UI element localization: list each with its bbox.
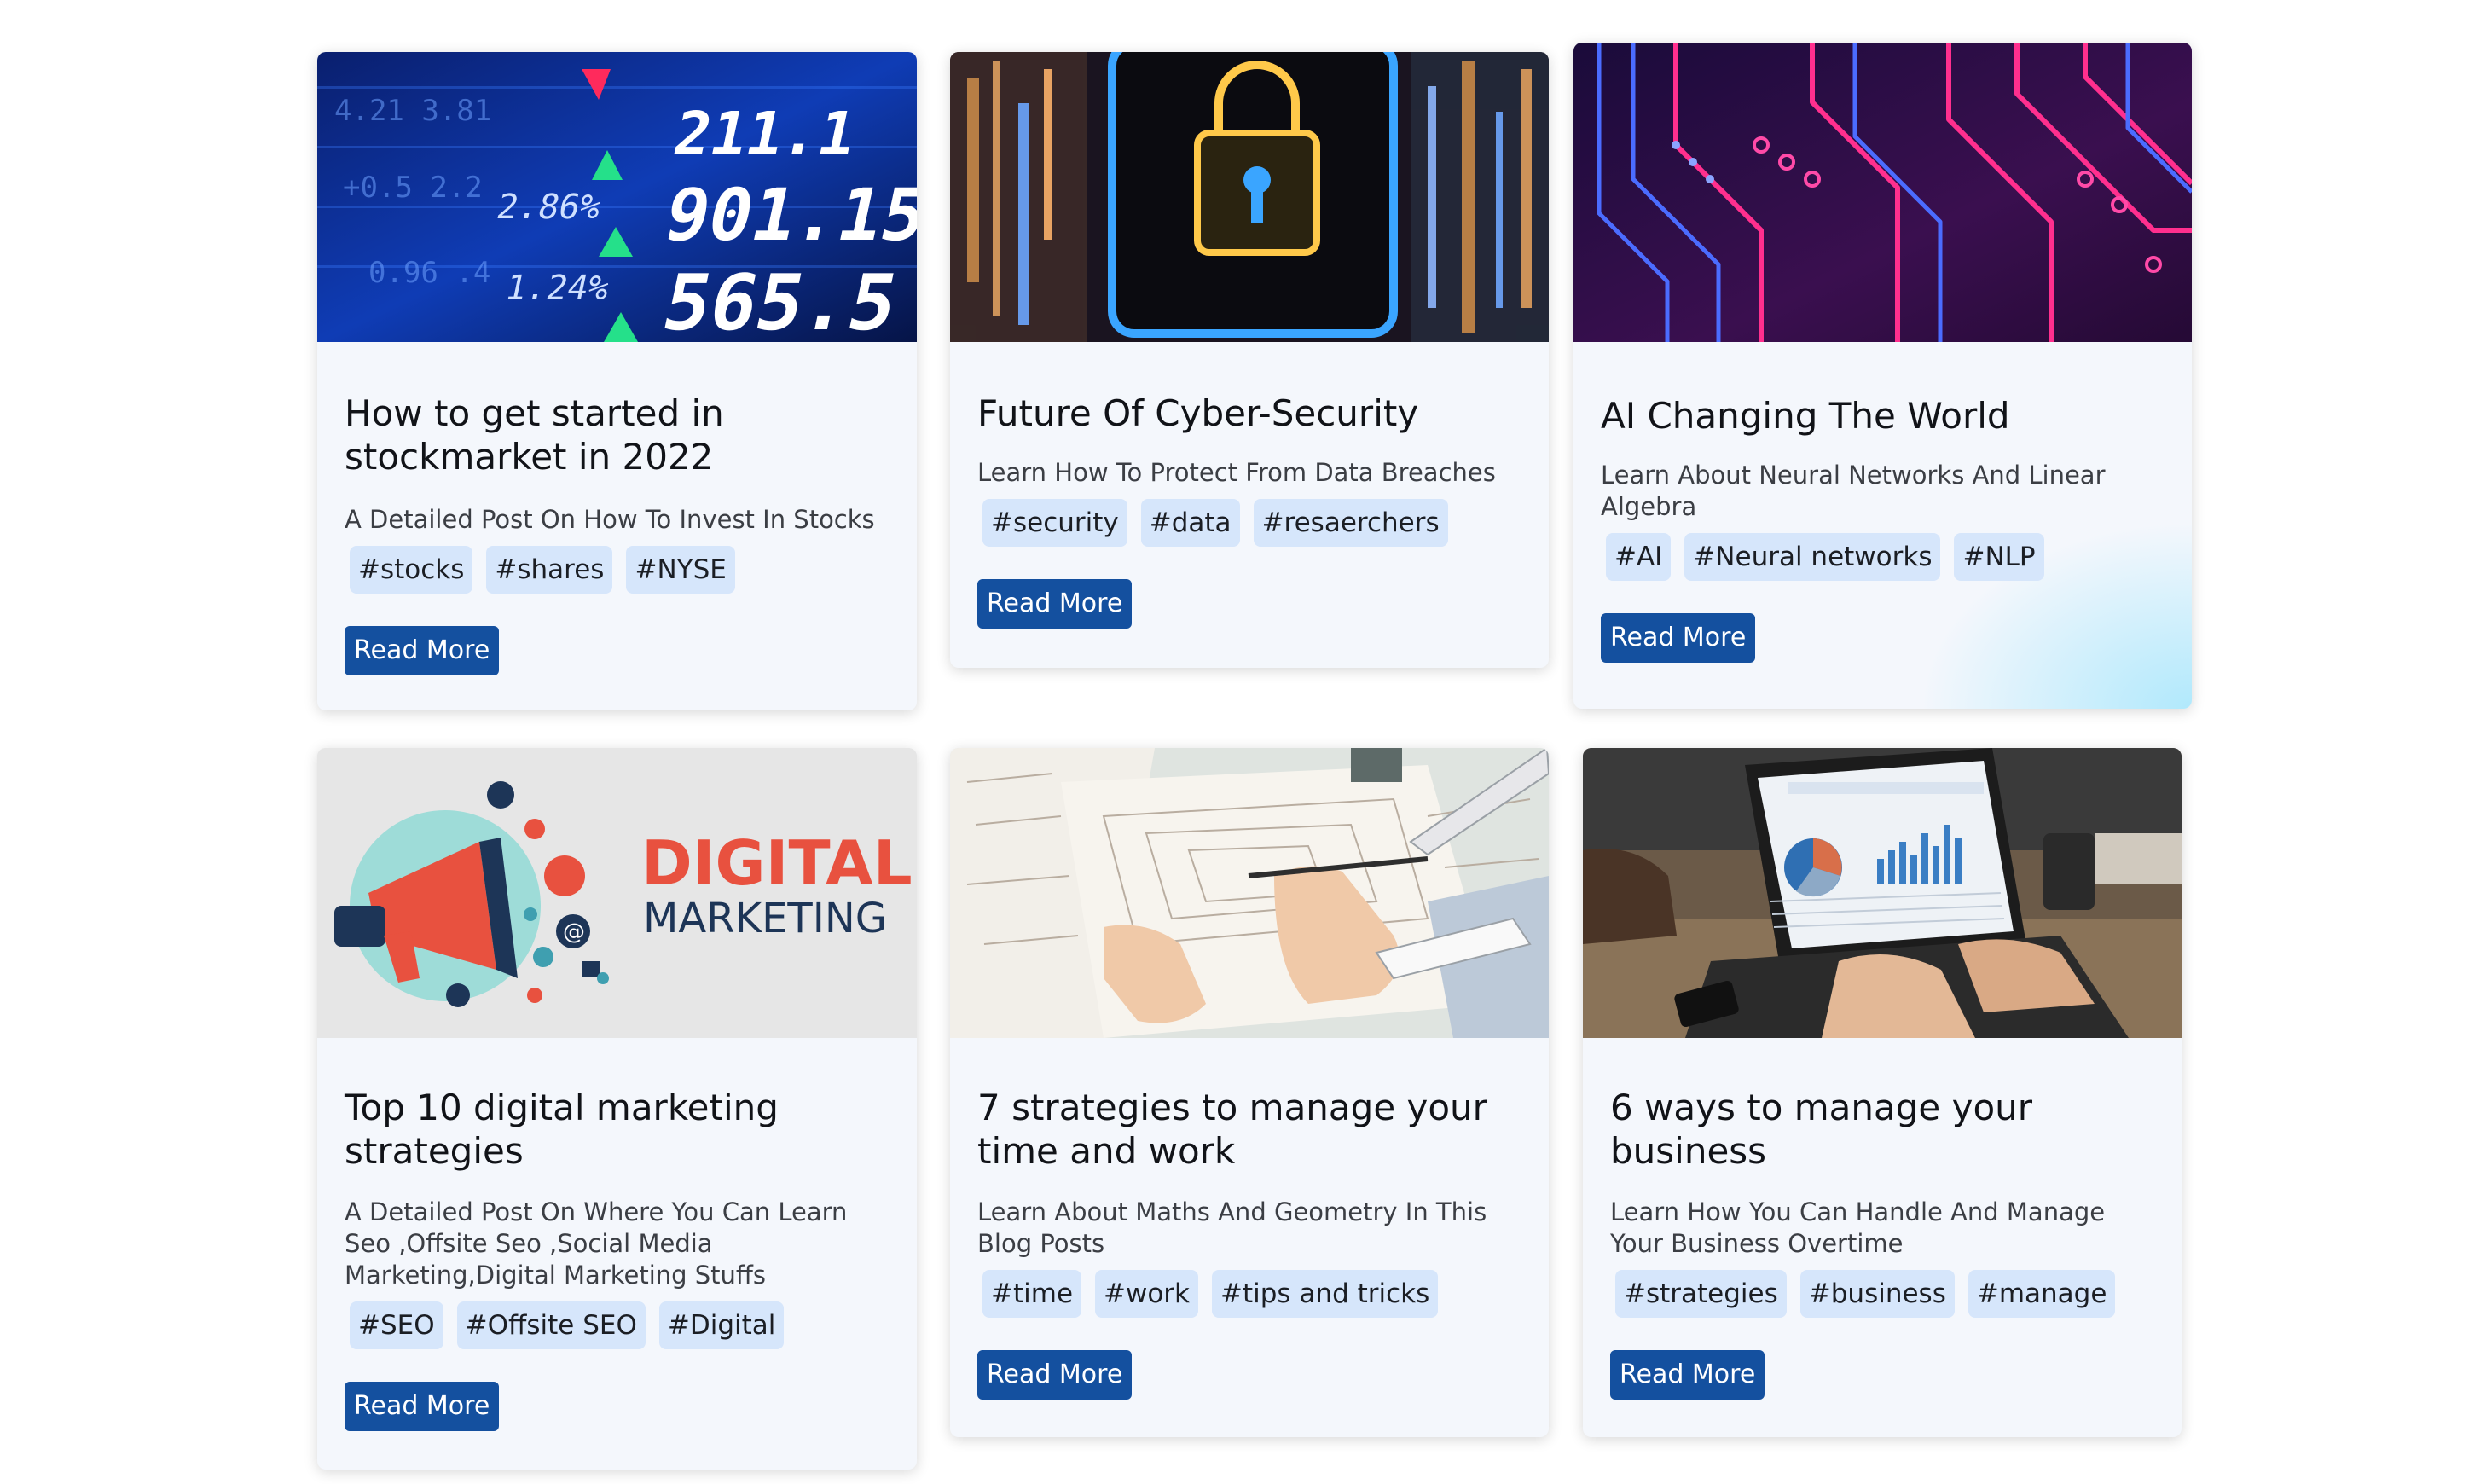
tag[interactable]: #tips and tricks <box>1212 1270 1439 1318</box>
read-more-button[interactable]: Read More <box>345 1382 500 1431</box>
tag[interactable]: #shares <box>486 546 613 594</box>
blog-card-ai: AI Changing The World Learn About Neural… <box>1573 43 2192 709</box>
ticker-percent: 1.24% <box>501 267 612 307</box>
read-more-button[interactable]: Read More <box>977 579 1133 629</box>
ticker-number: 565.5 <box>655 259 905 342</box>
tag[interactable]: #manage <box>1968 1270 2116 1318</box>
digital-marketing-image: @ DIGITAL MARKETING <box>317 748 917 1038</box>
tag[interactable]: #SEO <box>350 1301 443 1349</box>
ticker-number: 901.15 <box>658 174 917 258</box>
laptop-dashboard-image <box>1583 748 2182 1038</box>
tag[interactable]: #AI <box>1606 533 1672 581</box>
tag[interactable]: #Digital <box>658 1301 785 1349</box>
blog-card-digital-marketing: @ DIGITAL MARKETING Top 10 digital marke… <box>317 748 917 1470</box>
svg-text:0.96 .4: 0.96 .4 <box>368 256 490 290</box>
blog-card-business: 6 ways to manage your business Learn How… <box>1583 748 2182 1437</box>
card-description: A Detailed Post On Where You Can Learn S… <box>345 1197 848 1290</box>
tag[interactable]: #Offsite SEO <box>456 1301 646 1349</box>
read-more-button[interactable]: Read More <box>345 626 500 675</box>
tag[interactable]: #NYSE <box>626 546 735 594</box>
svg-text:4.21 3.81: 4.21 3.81 <box>334 94 491 128</box>
tag[interactable]: #Neural networks <box>1684 533 1941 581</box>
tag[interactable]: #security <box>982 499 1127 547</box>
read-more-button[interactable]: Read More <box>977 1350 1133 1400</box>
card-description: Learn About Neural Networks And Linear A… <box>1601 461 2106 521</box>
ticker-percent: 2.86% <box>493 186 604 226</box>
tag-list: #time #work #tips and tricks <box>982 1270 1521 1318</box>
cyber-lock-image <box>950 52 1549 342</box>
blog-card-stocks: 4.21 3.81 +0.5 2.2 0.96 .4 211.1 901.15 56… <box>317 52 917 710</box>
tag[interactable]: #resaerchers <box>1253 499 1448 547</box>
tag-list: #security #data #resaerchers <box>982 499 1521 547</box>
marketing-wordmark-line1: DIGITAL <box>641 827 913 899</box>
ticker-number: 211.1 <box>668 99 862 169</box>
card-title: 6 ways to manage your business <box>1610 1087 2033 1172</box>
card-description: Learn About Maths And Geometry In This B… <box>977 1197 1487 1258</box>
card-title: AI Changing The World <box>1601 395 2010 437</box>
tag[interactable]: #NLP <box>1954 533 2044 581</box>
architect-sketch-image <box>950 748 1549 1038</box>
read-more-button[interactable]: Read More <box>1601 613 1756 663</box>
card-description: Learn How To Protect From Data Breaches <box>977 458 1496 487</box>
tag-list: #SEO #Offsite SEO #Digital <box>350 1301 890 1349</box>
tag[interactable]: #business <box>1799 1270 1955 1318</box>
card-title: Future Of Cyber-Security <box>977 392 1419 434</box>
tag-list: #AI #Neural networks #NLP <box>1606 533 2165 581</box>
blog-card-cyber-security: Future Of Cyber-Security Learn How To Pr… <box>950 52 1549 668</box>
svg-text:+0.5 2.2: +0.5 2.2 <box>343 171 483 205</box>
card-description: Learn How You Can Handle And Manage Your… <box>1610 1197 2106 1258</box>
card-title: Top 10 digital marketing strategies <box>345 1087 779 1172</box>
tag[interactable]: #time <box>982 1270 1082 1318</box>
stock-ticker-image: 4.21 3.81 +0.5 2.2 0.96 .4 211.1 901.15 56… <box>317 52 917 342</box>
tag[interactable]: #work <box>1095 1270 1199 1318</box>
tag-list: #stocks #shares #NYSE <box>350 546 890 594</box>
marketing-wordmark-line2: MARKETING <box>643 895 887 942</box>
circuit-board-image <box>1573 43 2192 342</box>
card-title: How to get started in stockmarket in 202… <box>345 392 724 478</box>
tag[interactable]: #data <box>1140 499 1240 547</box>
blog-card-time-management: 7 strategies to manage your time and wor… <box>950 748 1549 1437</box>
card-description: A Detailed Post On How To Invest In Stoc… <box>345 505 875 534</box>
card-title: 7 strategies to manage your time and wor… <box>977 1087 1487 1172</box>
read-more-button[interactable]: Read More <box>1610 1350 1765 1400</box>
tag[interactable]: #strategies <box>1615 1270 1787 1318</box>
svg-text:@: @ <box>563 919 585 945</box>
tag-list: #strategies #business #manage <box>1615 1270 2154 1318</box>
tag[interactable]: #stocks <box>350 546 473 594</box>
